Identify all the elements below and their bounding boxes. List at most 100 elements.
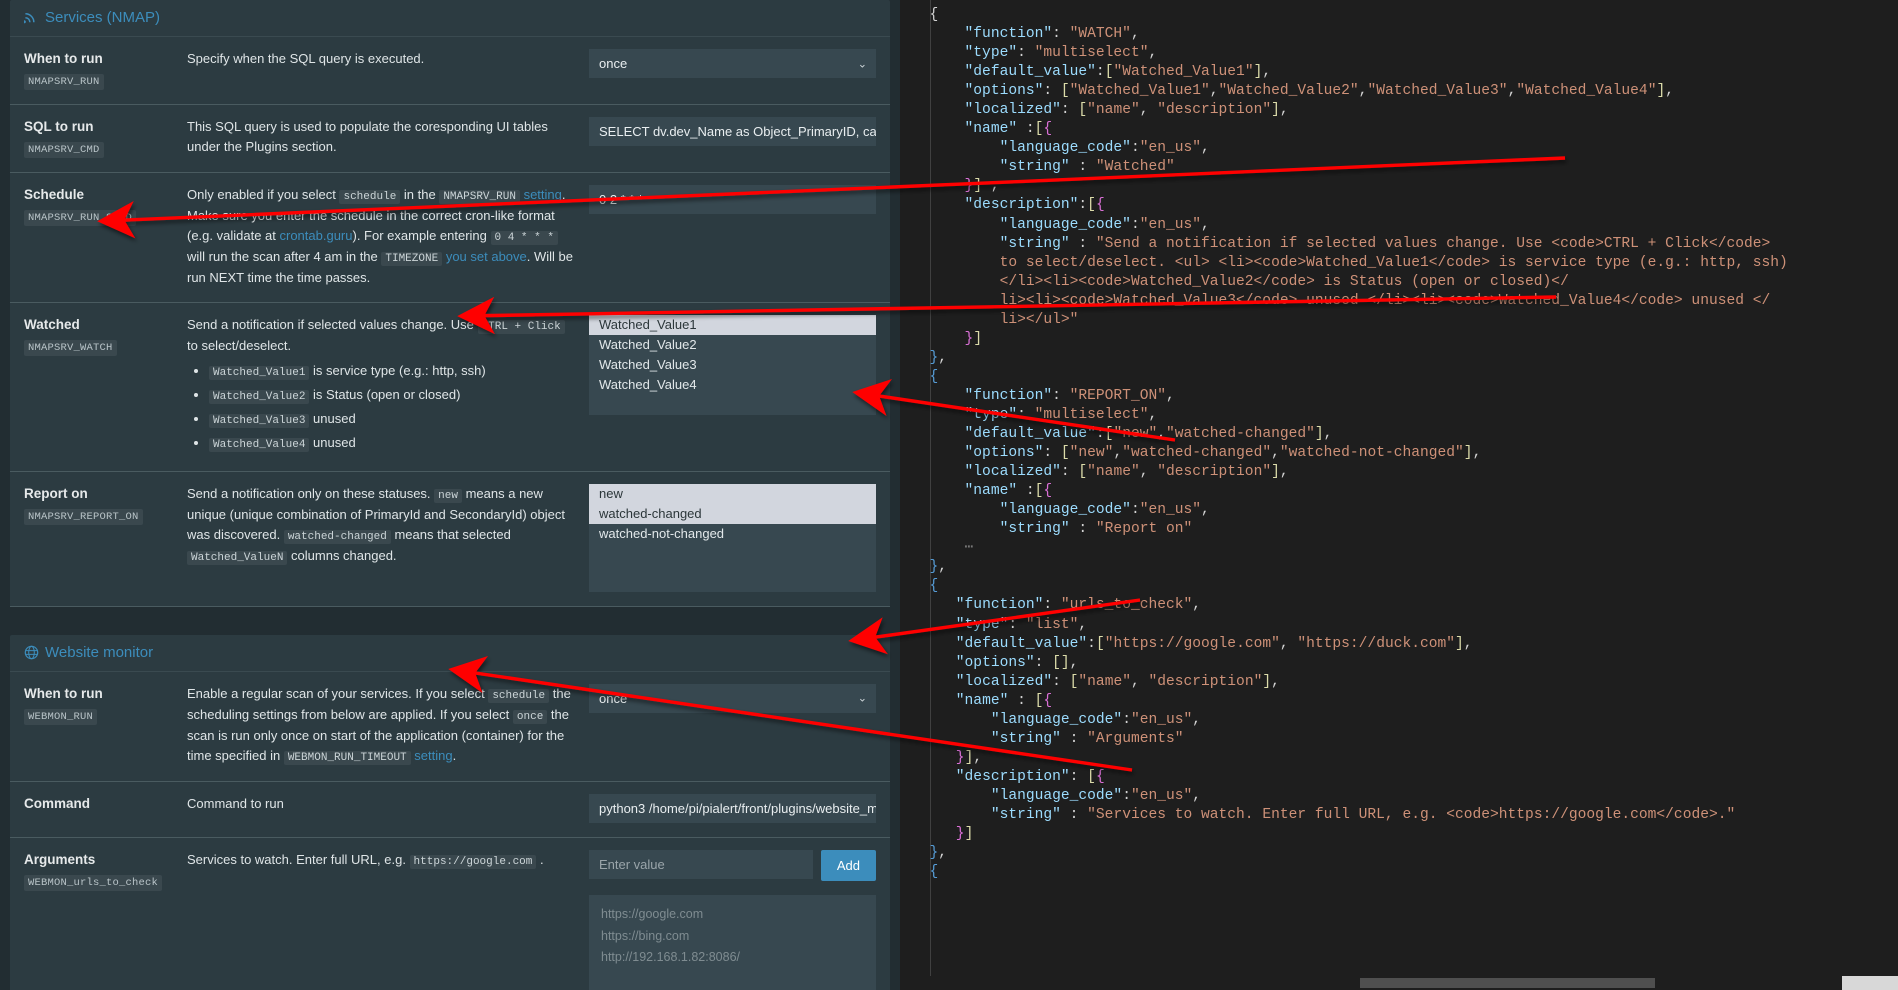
code-line: ⋯	[912, 539, 1898, 558]
code-line: }]	[912, 330, 1898, 349]
setting-code-tag: NMAPSRV_RUN_SCHD	[24, 210, 136, 226]
inline-code: https://google.com	[410, 855, 537, 869]
setting-description: Command to run	[187, 794, 589, 814]
code-line: "string" : "Report on"	[912, 520, 1898, 539]
code-line: "language_code":"en_us",	[912, 787, 1898, 806]
json-code-content[interactable]: { "function": "WATCH", "type": "multisel…	[900, 0, 1898, 882]
code-line: "options": ["Watched_Value1","Watched_Va…	[912, 82, 1898, 101]
section-panel-nmap: Services (NMAP) When to run NMAPSRV_RUN …	[10, 0, 890, 607]
setting-code-tag: NMAPSRV_WATCH	[24, 340, 117, 356]
timezone-link[interactable]: you set above	[446, 249, 527, 264]
code-line: "string" : "Watched"	[912, 158, 1898, 177]
setting-label-block: SQL to run NMAPSRV_CMD	[24, 117, 187, 158]
code-line: },	[912, 844, 1898, 863]
setting-label-block: When to run WEBMON_RUN	[24, 684, 187, 725]
setting-row-nmapsrv-run: When to run NMAPSRV_RUN Specify when the…	[10, 37, 890, 105]
multiselect-nmapsrv-watch[interactable]: Watched_Value1 Watched_Value2 Watched_Va…	[589, 315, 876, 415]
section-header-webmon: Website monitor	[10, 635, 890, 672]
code-line: "language_code":"en_us",	[912, 216, 1898, 235]
multiselect-option[interactable]: Watched_Value4	[589, 375, 876, 395]
list-item: Watched_Value1 is service type (e.g.: ht…	[209, 361, 573, 382]
multiselect-nmapsrv-report-on[interactable]: new watched-changed watched-not-changed	[589, 484, 876, 592]
code-line: "name" : [{	[912, 692, 1898, 711]
add-url-button[interactable]: Add	[821, 850, 876, 881]
setting-control: new watched-changed watched-not-changed	[589, 484, 876, 592]
code-line: "options": ["new","watched-changed","wat…	[912, 444, 1898, 463]
url-list[interactable]: https://google.com https://bing.com http…	[589, 895, 876, 990]
setting-control: Enter value Add https://google.com https…	[589, 850, 876, 990]
select-value: once	[599, 56, 627, 71]
input-new-url[interactable]: Enter value	[589, 850, 813, 879]
multiselect-option[interactable]: watched-changed	[589, 504, 876, 524]
code-line: {	[912, 6, 1898, 25]
code-line: {	[912, 863, 1898, 882]
setting-description: This SQL query is used to populate the c…	[187, 117, 589, 157]
setting-control: python3 /home/pi/pialert/front/plugins/w…	[589, 794, 876, 823]
setting-label-block: When to run NMAPSRV_RUN	[24, 49, 187, 90]
code-line: "string" : "Send a notification if selec…	[912, 235, 1898, 254]
section-header-nmap: Services (NMAP)	[10, 0, 890, 37]
select-nmapsrv-run[interactable]: once ⌄	[589, 49, 876, 78]
multiselect-option[interactable]: Watched_Value2	[589, 335, 876, 355]
select-webmon-run[interactable]: once ⌄	[589, 684, 876, 713]
setting-control: once ⌄	[589, 684, 876, 713]
setting-label-block: Report on NMAPSRV_REPORT_ON	[24, 484, 187, 525]
code-line: "options": [],	[912, 654, 1898, 673]
inline-code: Watched_Value2	[209, 390, 309, 404]
scrollbar-thumb[interactable]	[1360, 978, 1655, 988]
list-item[interactable]: https://bing.com	[601, 926, 864, 948]
setting-row-webmon-urls-to-check: Arguments WEBMON_urls_to_check Services …	[10, 838, 890, 990]
inline-code: Watched_ValueN	[187, 551, 287, 565]
select-value: once	[599, 691, 627, 706]
globe-icon	[24, 645, 39, 660]
settings-form-pane: Services (NMAP) When to run NMAPSRV_RUN …	[0, 0, 900, 990]
setting-label: SQL to run	[24, 119, 187, 134]
setting-label-block: Command	[24, 794, 187, 811]
inline-code: TIMEZONE	[381, 252, 442, 266]
setting-label: Report on	[24, 486, 187, 501]
inline-code: Watched_Value3	[209, 414, 309, 428]
inline-code: Watched_Value4	[209, 438, 309, 452]
code-line: "type": "list",	[912, 616, 1898, 635]
crontab-guru-link[interactable]: crontab.guru	[280, 228, 353, 243]
list-item[interactable]: https://google.com	[601, 904, 864, 926]
inline-code: schedule	[339, 190, 400, 204]
json-code-editor-pane[interactable]: { "function": "WATCH", "type": "multisel…	[900, 0, 1898, 990]
setting-row-nmapsrv-run-schd: Schedule NMAPSRV_RUN_SCHD Only enabled i…	[10, 173, 890, 303]
code-line: li></ul>"	[912, 311, 1898, 330]
code-line: "localized": ["name", "description"],	[912, 673, 1898, 692]
setting-row-nmapsrv-cmd: SQL to run NMAPSRV_CMD This SQL query is…	[10, 105, 890, 173]
setting-description: Services to watch. Enter full URL, e.g. …	[187, 850, 589, 871]
setting-label: When to run	[24, 686, 187, 701]
inline-code: once	[513, 710, 547, 724]
code-line: to select/deselect. <ul> <li><code>Watch…	[912, 254, 1898, 273]
setting-link[interactable]: setting	[524, 187, 562, 202]
editor-minimap[interactable]	[1842, 976, 1898, 990]
code-line: "function": "REPORT_ON",	[912, 387, 1898, 406]
code-line: </li><li><code>Watched_Value2</code> is …	[912, 273, 1898, 292]
code-line: }] ,	[912, 177, 1898, 196]
input-nmapsrv-run-schd[interactable]: 0 2 * * *	[589, 185, 876, 214]
inline-code: WEBMON_RUN_TIMEOUT	[284, 751, 411, 765]
code-line: li><li><code>Watched_Value3</code> unuse…	[912, 292, 1898, 311]
multiselect-option[interactable]: Watched_Value1	[589, 315, 876, 335]
list-item[interactable]: http://192.168.1.82:8086/	[601, 947, 864, 969]
setting-label: Schedule	[24, 187, 187, 202]
setting-code-tag: NMAPSRV_CMD	[24, 142, 104, 158]
setting-control: SELECT dv.dev_Name as Object_PrimaryID, …	[589, 117, 876, 146]
inline-code: watched-changed	[284, 530, 391, 544]
code-line: "default_value":["Watched_Value1"],	[912, 63, 1898, 82]
multiselect-option[interactable]: new	[589, 484, 876, 504]
input-webmon-cmd[interactable]: python3 /home/pi/pialert/front/plugins/w…	[589, 794, 876, 823]
setting-link[interactable]: setting	[414, 748, 452, 763]
horizontal-scrollbar[interactable]	[900, 976, 1898, 990]
code-line: "localized": ["name", "description"],	[912, 463, 1898, 482]
multiselect-option[interactable]: Watched_Value3	[589, 355, 876, 375]
inline-code: 0 4 * * *	[491, 231, 558, 245]
input-nmapsrv-cmd[interactable]: SELECT dv.dev_Name as Object_PrimaryID, …	[589, 117, 876, 146]
multiselect-option[interactable]: watched-not-changed	[589, 524, 876, 544]
setting-label-block: Arguments WEBMON_urls_to_check	[24, 850, 187, 891]
code-line: },	[912, 558, 1898, 577]
code-line: {	[912, 577, 1898, 596]
code-line: "language_code":"en_us",	[912, 711, 1898, 730]
